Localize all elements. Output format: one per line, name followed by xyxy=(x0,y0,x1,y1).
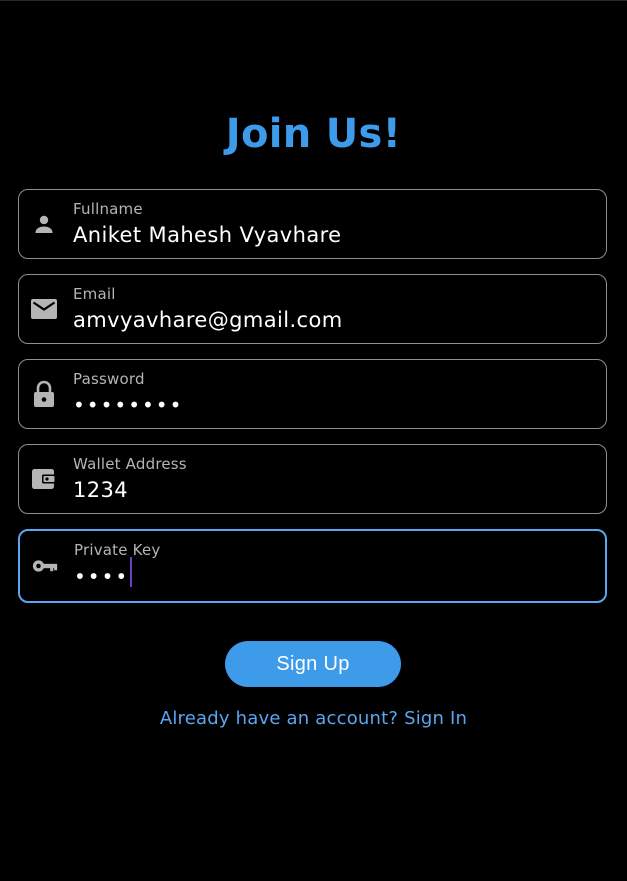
private-key-field[interactable]: Private Key •••• xyxy=(18,529,607,603)
wallet-address-field[interactable]: Wallet Address 1234 xyxy=(18,444,607,514)
password-field[interactable]: Password •••••••• xyxy=(18,359,607,429)
sign-up-button[interactable]: Sign Up xyxy=(225,641,401,687)
email-value[interactable]: amvyavhare@gmail.com xyxy=(73,308,343,332)
fullname-value[interactable]: Aniket Mahesh Vyavhare xyxy=(73,223,342,247)
fullname-field[interactable]: Fullname Aniket Mahesh Vyavhare xyxy=(18,189,607,259)
sign-in-link[interactable]: Already have an account? Sign In xyxy=(0,708,627,729)
person-icon xyxy=(31,211,57,237)
wallet-address-value[interactable]: 1234 xyxy=(73,478,128,502)
top-divider xyxy=(0,0,627,1)
password-label: Password xyxy=(73,370,145,388)
mail-icon xyxy=(31,296,57,322)
private-key-value[interactable]: •••• xyxy=(74,557,133,593)
signup-screen: Join Us! Fullname Aniket Mahesh Vyavhare… xyxy=(0,0,627,881)
email-label: Email xyxy=(73,285,116,303)
private-key-label: Private Key xyxy=(74,541,161,559)
private-key-text: •••• xyxy=(74,564,130,589)
page-title: Join Us! xyxy=(225,111,402,157)
lock-icon xyxy=(31,380,57,407)
text-cursor xyxy=(130,557,133,587)
key-icon xyxy=(32,553,58,579)
wallet-address-label: Wallet Address xyxy=(73,455,187,473)
password-value[interactable]: •••••••• xyxy=(73,393,183,417)
email-field[interactable]: Email amvyavhare@gmail.com xyxy=(18,274,607,344)
wallet-icon xyxy=(31,466,57,492)
fullname-label: Fullname xyxy=(73,200,143,218)
